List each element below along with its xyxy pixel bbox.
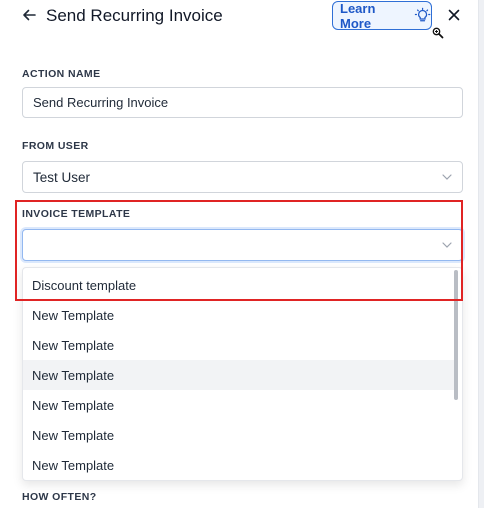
dropdown-option[interactable]: New Template: [23, 330, 457, 360]
zoom-cursor-icon: [432, 27, 444, 39]
invoice-template-select[interactable]: [22, 229, 463, 261]
dropdown-scrollbar[interactable]: [454, 270, 458, 400]
dropdown-option[interactable]: New Template: [23, 390, 457, 420]
dropdown-option-hovered[interactable]: New Template: [23, 360, 457, 390]
how-often-label: HOW OFTEN?: [22, 491, 97, 503]
chevron-down-icon: [442, 174, 452, 180]
lightbulb-icon: [414, 7, 431, 21]
panel-edge: [478, 0, 484, 508]
dropdown-option[interactable]: Discount template: [23, 270, 457, 300]
dropdown-option[interactable]: New Template: [23, 420, 457, 450]
action-name-input[interactable]: [33, 95, 462, 110]
dropdown-option[interactable]: New Template: [23, 450, 457, 480]
dropdown-option[interactable]: New Template: [23, 300, 457, 330]
learn-more-button[interactable]: Learn More: [332, 0, 432, 31]
from-user-select[interactable]: Test User: [22, 161, 463, 193]
page-title: Send Recurring Invoice: [46, 6, 223, 25]
close-icon[interactable]: [446, 7, 462, 23]
learn-more-label: Learn More: [340, 0, 376, 31]
from-user-label: FROM USER: [22, 140, 89, 152]
invoice-template-dropdown: Discount template New Template New Templ…: [22, 267, 463, 481]
action-name-field[interactable]: [22, 87, 463, 118]
arrow-left-icon[interactable]: [20, 5, 38, 25]
send-recurring-invoice-panel: Send Recurring Invoice Learn More ACTION…: [0, 0, 484, 508]
from-user-value: Test User: [33, 169, 91, 185]
invoice-template-label: INVOICE TEMPLATE: [22, 208, 131, 220]
chevron-down-icon: [442, 242, 452, 248]
action-name-label: ACTION NAME: [22, 68, 101, 80]
